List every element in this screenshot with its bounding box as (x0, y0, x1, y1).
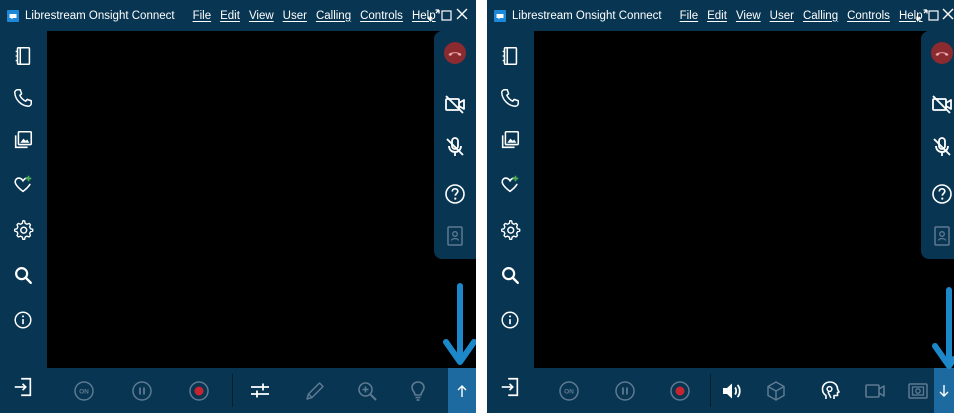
window-mode-icon[interactable] (440, 10, 452, 21)
contact-card-icon[interactable] (443, 224, 467, 248)
menu-edit[interactable]: Edit (220, 10, 240, 22)
hang-up-button[interactable] (930, 41, 954, 65)
left-sidebar (487, 31, 534, 413)
title-bar: Librestream Onsight Connect File Edit Vi… (0, 0, 476, 31)
pen-icon[interactable] (303, 379, 327, 403)
menu-controls[interactable]: Controls (847, 10, 890, 22)
pause-button[interactable] (130, 379, 154, 403)
app-title: Librestream Onsight Connect (25, 9, 175, 22)
record-button[interactable] (668, 379, 692, 403)
maximize-icon[interactable] (914, 7, 930, 23)
app-logo-icon (7, 10, 19, 22)
help-icon[interactable] (443, 182, 467, 206)
menu-controls[interactable]: Controls (360, 10, 403, 22)
contact-card-icon[interactable] (930, 224, 954, 248)
expand-up-arrow-button[interactable] (448, 368, 476, 413)
app-window-right: Librestream Onsight Connect File Edit Vi… (487, 0, 954, 413)
maximize-icon[interactable] (426, 7, 442, 23)
mic-off-icon[interactable] (443, 135, 467, 159)
toolbar-divider (232, 374, 233, 407)
help-icon[interactable] (930, 182, 954, 206)
camera-off-icon[interactable] (930, 92, 954, 116)
app-logo-icon (494, 10, 506, 22)
left-sidebar (0, 31, 47, 413)
menu-file[interactable]: File (680, 10, 699, 22)
close-icon[interactable] (941, 7, 954, 21)
bottom-toolbar: ON (47, 368, 476, 413)
info-icon[interactable] (12, 309, 34, 331)
search-icon[interactable] (12, 264, 34, 286)
bottom-toolbar: ON (534, 368, 954, 413)
lightbulb-icon[interactable] (406, 379, 430, 403)
collapse-down-arrow-button[interactable] (934, 368, 954, 413)
favorites-icon[interactable] (12, 173, 34, 195)
menu-edit[interactable]: Edit (707, 10, 727, 22)
gear-icon[interactable] (499, 219, 521, 241)
menu-user[interactable]: User (283, 10, 307, 22)
gallery-icon[interactable] (499, 129, 521, 151)
search-icon[interactable] (499, 264, 521, 286)
menu-file[interactable]: File (193, 10, 212, 22)
on-label: ON (79, 388, 89, 395)
menu-calling[interactable]: Calling (316, 10, 351, 22)
call-side-panel (434, 31, 476, 259)
mic-off-icon[interactable] (930, 135, 954, 159)
menu-calling[interactable]: Calling (803, 10, 838, 22)
cube-icon[interactable] (764, 379, 788, 403)
on-button[interactable]: ON (72, 379, 96, 403)
speaker-icon[interactable] (720, 379, 744, 403)
record-button[interactable] (187, 379, 211, 403)
arrow-up-icon (457, 384, 467, 397)
arrow-down-icon (939, 384, 949, 397)
close-icon[interactable] (455, 7, 469, 21)
phone-icon[interactable] (499, 87, 521, 109)
app-title: Librestream Onsight Connect (512, 9, 662, 22)
annotation-arrow-down (443, 283, 476, 365)
hang-up-button[interactable] (443, 41, 467, 65)
pause-button[interactable] (613, 379, 637, 403)
title-bar: Librestream Onsight Connect File Edit Vi… (487, 0, 954, 31)
phone-icon[interactable] (12, 87, 34, 109)
menu-view[interactable]: View (736, 10, 761, 22)
app-window-left: Librestream Onsight Connect File Edit Vi… (0, 0, 476, 413)
gear-icon[interactable] (12, 219, 34, 241)
adjust-sliders-icon[interactable] (248, 379, 272, 403)
gallery-icon[interactable] (12, 129, 34, 151)
snapshot-icon[interactable] (906, 379, 930, 403)
video-camera-icon[interactable] (863, 379, 887, 403)
on-button[interactable]: ON (557, 379, 581, 403)
call-side-panel (921, 31, 954, 259)
book-icon[interactable] (12, 45, 34, 67)
toolbar-divider (710, 374, 711, 407)
menu-view[interactable]: View (249, 10, 274, 22)
menu-user[interactable]: User (770, 10, 794, 22)
on-label: ON (564, 388, 574, 395)
favorites-icon[interactable] (499, 173, 521, 195)
zoom-in-icon[interactable] (355, 379, 379, 403)
book-icon[interactable] (499, 45, 521, 67)
sign-in-icon[interactable] (499, 376, 521, 398)
face-pointer-icon[interactable] (818, 379, 842, 403)
camera-off-icon[interactable] (443, 92, 467, 116)
info-icon[interactable] (499, 309, 521, 331)
sign-in-icon[interactable] (12, 376, 34, 398)
